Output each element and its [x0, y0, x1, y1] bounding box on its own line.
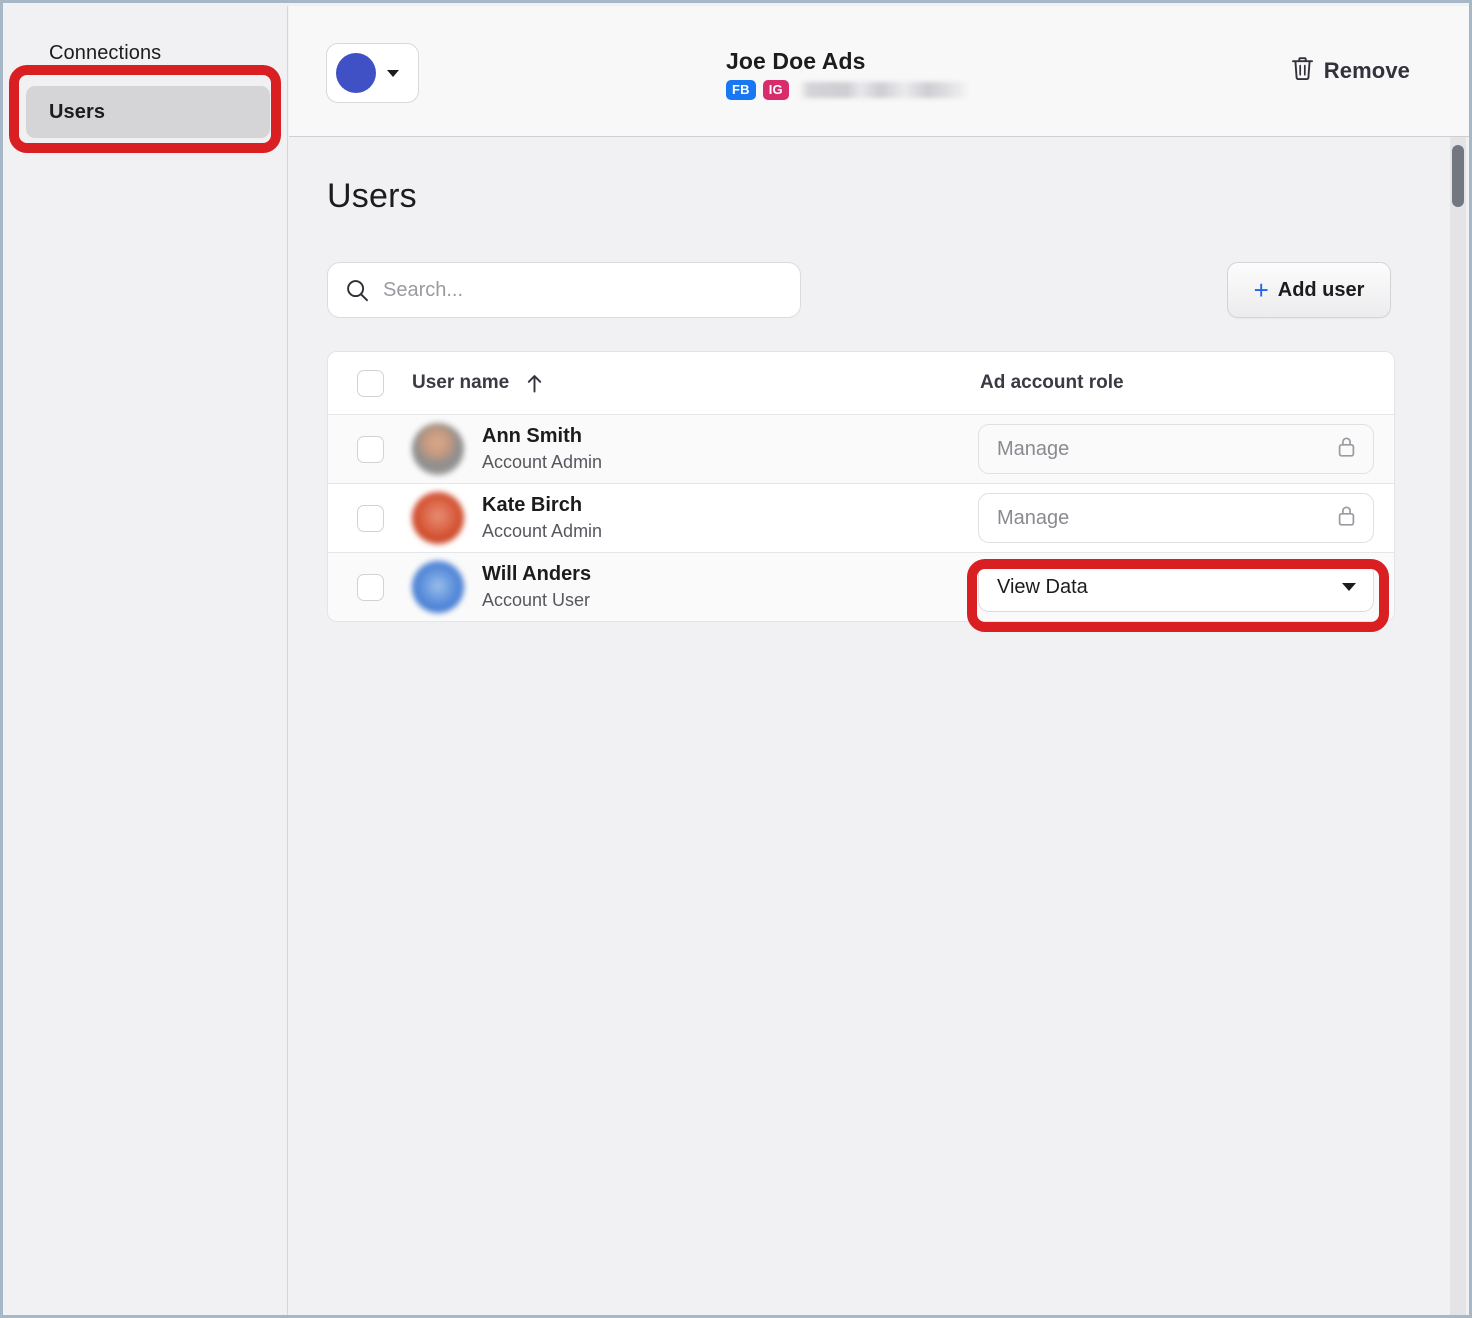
user-info: Kate Birch Account Admin	[482, 493, 602, 543]
instagram-badge: IG	[762, 80, 789, 100]
table-row: Kate Birch Account Admin Manage	[328, 484, 1394, 553]
sidebar-section-label: Connections	[49, 42, 162, 64]
add-user-button[interactable]: + Add user	[1227, 262, 1391, 318]
chevron-down-icon	[1342, 583, 1356, 591]
remove-label: Remove	[1323, 58, 1410, 83]
account-badges: FB IG	[726, 80, 969, 100]
table-header-row: User name Ad account role	[328, 352, 1394, 415]
chevron-down-icon	[387, 69, 399, 77]
column-header-user-name-label: User name	[412, 372, 510, 393]
table-row: Ann Smith Account Admin Manage	[328, 415, 1394, 484]
row-select-cell	[328, 504, 412, 532]
account-avatar-icon	[336, 53, 376, 93]
role-cell: View Data	[978, 562, 1374, 612]
row-select-cell	[328, 573, 412, 601]
main-content: Users + Add user User name	[289, 137, 1469, 1315]
user-account-role: Account User	[482, 589, 591, 610]
account-name: Joe Doe Ads	[726, 48, 866, 74]
select-all-checkbox[interactable]	[356, 369, 384, 397]
search-field[interactable]	[327, 262, 801, 318]
row-checkbox[interactable]	[356, 573, 384, 601]
page-title: Users	[327, 177, 417, 215]
user-name: Kate Birch	[482, 493, 583, 516]
plus-icon: +	[1253, 275, 1269, 305]
avatar	[412, 561, 464, 613]
role-select-value: Manage	[997, 506, 1070, 529]
user-info: Ann Smith Account Admin	[482, 424, 602, 474]
role-cell: Manage	[978, 424, 1374, 474]
avatar	[412, 492, 464, 544]
avatar	[412, 423, 464, 475]
sidebar: Connections Users	[6, 6, 288, 1315]
account-email-redacted	[798, 82, 969, 98]
vertical-scrollbar-track[interactable]	[1450, 137, 1466, 1315]
role-select-will-anders[interactable]: View Data	[978, 562, 1374, 612]
search-input[interactable]	[381, 277, 765, 303]
column-header-ad-account-role: Ad account role	[980, 372, 1124, 393]
vertical-scrollbar-thumb[interactable]	[1452, 145, 1464, 207]
lock-icon	[1337, 504, 1356, 532]
user-name: Ann Smith	[482, 424, 582, 447]
account-picker[interactable]	[326, 43, 419, 103]
search-icon	[346, 279, 369, 302]
row-checkbox[interactable]	[356, 504, 384, 532]
users-table: User name Ad account role Ann Smith Acco…	[327, 351, 1395, 622]
sidebar-item-users[interactable]: Users	[26, 86, 270, 138]
user-name: Will Anders	[482, 562, 592, 585]
user-account-role: Account Admin	[482, 451, 603, 472]
role-select-kate-birch: Manage	[978, 493, 1374, 543]
facebook-badge: FB	[726, 80, 756, 100]
role-select-value: Manage	[997, 437, 1070, 460]
role-cell: Manage	[978, 493, 1374, 543]
lock-icon	[1337, 435, 1356, 463]
select-all-cell	[328, 369, 412, 397]
sort-ascending-icon	[526, 374, 543, 393]
row-select-cell	[328, 435, 412, 463]
role-select-value: View Data	[997, 575, 1088, 598]
row-checkbox[interactable]	[356, 435, 384, 463]
remove-button[interactable]: Remove	[1291, 56, 1410, 86]
user-account-role: Account Admin	[482, 520, 603, 541]
table-row: Will Anders Account User View Data	[328, 553, 1394, 621]
role-select-ann-smith: Manage	[978, 424, 1374, 474]
add-user-label: Add user	[1277, 278, 1365, 301]
app-window: Connections Users Joe Doe Ads FB IG Remo…	[0, 0, 1472, 1318]
column-header-user-name[interactable]: User name	[412, 372, 543, 394]
sidebar-item-users-label: Users	[49, 100, 106, 123]
account-header: Joe Doe Ads FB IG Remove	[289, 6, 1469, 137]
trash-icon	[1291, 56, 1314, 86]
user-info: Will Anders Account User	[482, 562, 591, 612]
